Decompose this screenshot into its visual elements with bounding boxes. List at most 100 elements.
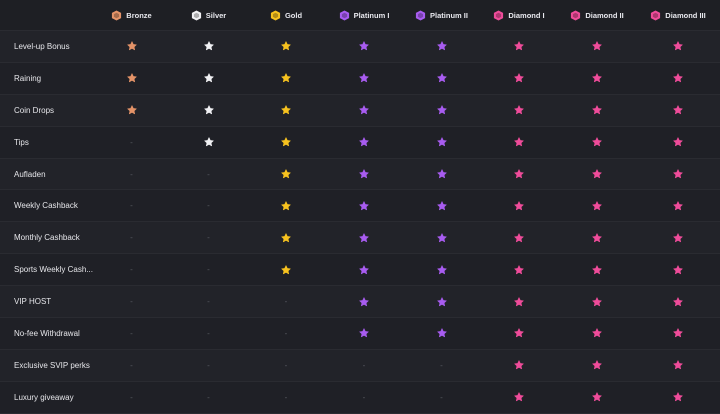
benefit-cell [325,127,403,158]
benefit-cell [480,190,558,221]
tier-header-diamond-iii: Diamond III [636,0,720,30]
benefit-label: No-fee Withdrawal [14,328,80,338]
benefit-cell: - [93,318,170,349]
silver-badge-icon [191,9,201,21]
benefit-cell: - [93,382,170,413]
benefit-cell [558,318,636,349]
star-icon [673,392,683,402]
star-icon [673,296,683,306]
tier-label: Silver [205,10,227,20]
star-icon [514,169,524,179]
unavailable-dash: - [130,137,133,147]
star-icon [592,233,602,242]
star-icon [514,264,524,274]
benefit-cell [325,159,403,190]
star-icon [281,233,291,242]
benefit-cell [636,190,720,221]
benefit-cell [480,63,558,94]
unavailable-dash: - [284,392,288,402]
table-row: Weekly Cashback - - [0,190,720,223]
bronze-badge-icon [112,9,122,21]
unavailable-dash: - [284,328,288,338]
table-row: Sports Weekly Cash... - - [0,254,720,287]
star-icon [673,73,683,83]
table-row: Monthly Cashback - - [0,222,720,255]
benefit-cell: - [403,382,480,413]
benefit-label: Level-up Bonus [14,41,70,51]
star-icon [281,105,291,115]
star-icon [514,296,524,306]
benefit-cell [558,95,636,126]
star-icon [126,41,137,51]
star-icon [592,41,602,51]
benefit-cell [325,95,403,126]
star-icon [514,137,524,147]
benefit-cell [480,127,558,158]
benefit-cell: - [325,350,403,381]
unavailable-dash: - [440,392,443,402]
diamond-badge-icon [494,9,504,21]
benefit-cell [403,95,480,126]
benefit-cell [170,31,247,62]
unavailable-dash: - [207,169,210,179]
unavailable-dash: - [130,360,133,370]
benefit-cell [403,190,480,221]
star-icon [359,105,369,115]
star-icon [514,392,524,402]
table-row: Coin Drops [0,94,720,127]
star-icon [281,73,291,83]
vip-benefits-table: Bronze Silver Gold Platinum I Platinum II Dia… [0,0,720,414]
star-icon [592,137,602,147]
table-row: No-fee Withdrawal - - - [0,318,720,350]
tier-header-row: Bronze Silver Gold Platinum I Platinum II Dia… [0,0,720,31]
benefit-cell [325,286,403,317]
benefit-cell [247,31,325,62]
star-icon [126,73,137,83]
benefit-label: Aufladen [14,169,46,179]
star-icon [436,41,447,51]
unavailable-dash: - [362,392,366,402]
star-icon [673,264,683,274]
benefit-cell [325,63,403,94]
table-row: Exclusive SVIP perks - - - - - [0,349,720,382]
benefit-cell: - [247,350,325,381]
star-icon [359,233,369,242]
star-icon [673,41,683,51]
benefit-cell: - [93,159,170,190]
benefit-cell [247,159,325,190]
header-empty-cell [0,0,93,30]
unavailable-dash: - [207,265,210,275]
benefit-cell: - [93,350,170,381]
tier-label: Diamond I [508,10,545,20]
star-icon [592,105,602,115]
star-icon [203,105,214,115]
unavailable-dash: - [130,233,133,243]
star-icon [673,360,683,370]
benefit-cell [403,254,480,285]
benefit-cell: - [93,254,170,285]
benefit-cell [247,190,325,221]
star-icon [203,41,214,51]
platinum-badge-icon [415,9,426,21]
star-icon [436,201,447,211]
star-icon [514,41,524,51]
benefit-cell: - [93,286,170,317]
star-icon [514,360,524,370]
benefit-cell: - [93,127,170,158]
benefit-cell [636,350,720,381]
star-icon [203,137,214,147]
benefit-cell [247,222,325,253]
star-icon [359,137,369,147]
star-icon [514,328,524,338]
benefit-cell [93,63,170,94]
unavailable-dash: - [130,201,133,211]
tier-label: Platinum II [430,10,468,20]
star-icon [436,264,447,274]
benefit-cell [480,350,558,381]
benefit-cell [636,31,720,62]
benefit-cell [636,95,720,126]
benefit-cell [636,127,720,158]
benefit-cell [636,382,720,413]
star-icon [359,201,369,211]
unavailable-dash: - [284,360,288,370]
